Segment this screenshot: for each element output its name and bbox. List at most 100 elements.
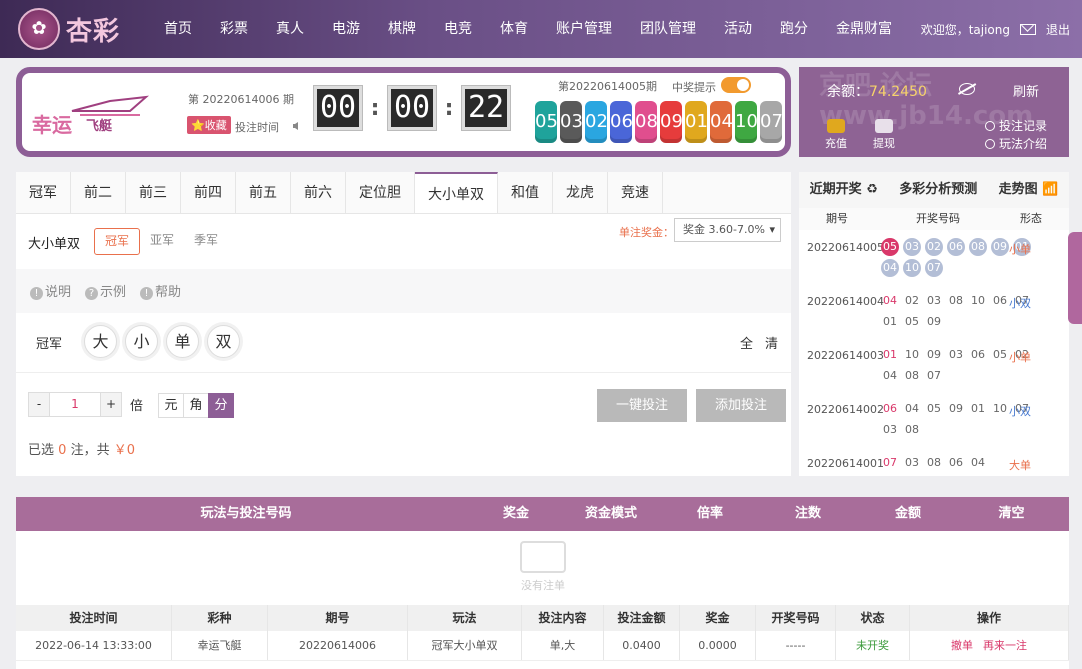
example-link[interactable]: ? 示例 xyxy=(85,281,126,301)
nav-item-1[interactable]: 彩票 xyxy=(206,0,262,58)
multiplier-input[interactable]: 1 xyxy=(50,392,100,417)
pick-odd[interactable]: 单 xyxy=(166,325,199,358)
tab-6[interactable]: 定位胆 xyxy=(346,172,415,213)
help-row: ! 说明 ? 示例 ! 帮助 xyxy=(16,269,791,313)
empty-state: 没有注单 xyxy=(513,541,573,593)
pick-small[interactable]: 小 xyxy=(125,325,158,358)
minus-button[interactable]: - xyxy=(28,392,50,417)
tab-3[interactable]: 前四 xyxy=(181,172,236,213)
logout-link[interactable]: 退出 xyxy=(1046,21,1070,38)
select-all-button[interactable]: 全 xyxy=(740,333,753,352)
trend-number: 03 xyxy=(903,238,921,256)
trend-number: 04 xyxy=(881,259,899,277)
cart-col-6[interactable]: 清空 xyxy=(954,497,1069,531)
draw-ball: 07 xyxy=(760,101,783,143)
nav-item-2[interactable]: 真人 xyxy=(262,0,318,58)
unit-jiao[interactable]: 角 xyxy=(183,393,209,418)
tab-1[interactable]: 前二 xyxy=(71,172,126,213)
nav-item-3[interactable]: 电游 xyxy=(318,0,374,58)
trend-number: 09 xyxy=(927,348,941,361)
pick-big[interactable]: 大 xyxy=(84,325,117,358)
countdown-minutes: 00 xyxy=(387,85,437,131)
nav-item-0[interactable]: 首页 xyxy=(150,0,206,58)
tab-10[interactable]: 竞速 xyxy=(608,172,663,213)
bet-record-link[interactable]: 投注记录 xyxy=(985,117,1047,135)
trend-number: 10 xyxy=(993,402,1007,415)
nav-item-9[interactable]: 活动 xyxy=(710,0,766,58)
sub-option-champion[interactable]: 冠军 xyxy=(94,228,141,255)
sub-option-second[interactable]: 亚军 xyxy=(140,228,184,255)
nav-item-11[interactable]: 金鼎财富 xyxy=(822,0,906,58)
favorite-button[interactable]: ⭐收藏 xyxy=(187,116,231,134)
deposit-button[interactable]: 充值 xyxy=(825,119,847,151)
trend-panel: 近期开奖 ♻ 多彩分析预测 走势图 📶 期号 开奖号码 形态 202206140… xyxy=(799,172,1069,476)
tab-5[interactable]: 前六 xyxy=(291,172,346,213)
prize-select[interactable]: 奖金 3.60-7.0% xyxy=(674,218,781,242)
trend-number: 03 xyxy=(905,456,919,469)
unit-fen[interactable]: 分 xyxy=(208,393,234,418)
nav-item-7[interactable]: 账户管理 xyxy=(542,0,626,58)
side-tab[interactable] xyxy=(1068,232,1082,324)
play-tabs: 冠军 前二 前三 前四 前五 前六 定位胆 大小单双 和值 龙虎 竞速 xyxy=(16,172,791,214)
main-menu: 首页 彩票 真人 电游 棋牌 电竞 体育 账户管理 团队管理 活动 跑分 金鼎财富 xyxy=(150,0,906,58)
nav-item-10[interactable]: 跑分 xyxy=(766,0,822,58)
add-bet-button[interactable]: 添加投注 xyxy=(696,389,786,422)
trend-number: 07 xyxy=(925,259,943,277)
trend-number: 05 xyxy=(905,315,919,328)
nav-item-5[interactable]: 电竞 xyxy=(430,0,486,58)
help-link[interactable]: ! 帮助 xyxy=(140,281,181,301)
tab-7[interactable]: 大小单双 xyxy=(415,172,498,213)
pick-even[interactable]: 双 xyxy=(207,325,240,358)
rules-link[interactable]: 玩法介绍 xyxy=(985,135,1047,153)
nav-item-6[interactable]: 体育 xyxy=(486,0,542,58)
withdraw-icon xyxy=(875,119,893,133)
explain-link[interactable]: ! 说明 xyxy=(30,281,71,301)
clear-button[interactable]: 清 xyxy=(765,333,778,352)
plus-button[interactable]: + xyxy=(100,392,122,417)
deposit-icon xyxy=(827,119,845,133)
rebet-link[interactable]: 再来一注 xyxy=(983,639,1027,652)
draw-ball: 08 xyxy=(635,101,658,143)
speaker-icon[interactable] xyxy=(292,121,302,131)
tab-analysis[interactable]: 多彩分析预测 xyxy=(899,172,977,208)
refresh-button[interactable]: 刷新 xyxy=(1013,81,1039,100)
bet-time-label: 投注时间 xyxy=(235,121,279,134)
tab-4[interactable]: 前五 xyxy=(236,172,291,213)
cancel-link[interactable]: 撤单 xyxy=(951,639,973,652)
tab-0[interactable]: 冠军 xyxy=(16,172,71,213)
tab-trend-chart[interactable]: 走势图 📶 xyxy=(999,172,1059,208)
tab-8[interactable]: 和值 xyxy=(498,172,553,213)
trend-number: 02 xyxy=(925,238,943,256)
empty-label: 没有注单 xyxy=(521,579,565,592)
trend-number: 08 xyxy=(949,294,963,307)
cart-col-0: 玩法与投注号码 xyxy=(200,506,292,521)
nav-item-4[interactable]: 棋牌 xyxy=(374,0,430,58)
user-box: 欢迎您，tajiong 退出 xyxy=(921,0,1070,58)
trend-number: 05 xyxy=(881,238,899,256)
tab-2[interactable]: 前三 xyxy=(126,172,181,213)
draw-ball: 01 xyxy=(685,101,708,143)
trend-number: 09 xyxy=(927,315,941,328)
quick-bet-button[interactable]: 一键投注 xyxy=(597,389,687,422)
unit-yuan[interactable]: 元 xyxy=(158,393,184,418)
hint-toggle[interactable] xyxy=(721,77,751,93)
history-cell-game: 幸运飞艇 xyxy=(172,631,268,660)
trend-col-header: 期号 开奖号码 形态 xyxy=(799,208,1069,230)
nav-item-8[interactable]: 团队管理 xyxy=(626,0,710,58)
sub-option-third[interactable]: 季军 xyxy=(184,228,228,255)
tab-9[interactable]: 龙虎 xyxy=(553,172,608,213)
brand-logo[interactable]: ✿ 杏彩 xyxy=(18,8,120,50)
withdraw-button[interactable]: 提现 xyxy=(873,119,895,151)
trend-number: 05 xyxy=(993,348,1007,361)
history-cell-status: 未开奖 xyxy=(836,631,910,660)
trend-number: 04 xyxy=(905,402,919,415)
trend-number: 07 xyxy=(883,456,897,469)
trend-number: 03 xyxy=(949,348,963,361)
tab-recent-draws[interactable]: 近期开奖 ♻ xyxy=(810,172,878,208)
brand-name: 杏彩 xyxy=(66,16,121,47)
balance: 余额：74.2450 xyxy=(827,81,927,101)
info-icon: ! xyxy=(140,287,154,300)
mail-icon[interactable] xyxy=(1019,23,1036,35)
clock-icon xyxy=(985,121,995,131)
hide-balance-icon[interactable] xyxy=(959,83,975,95)
